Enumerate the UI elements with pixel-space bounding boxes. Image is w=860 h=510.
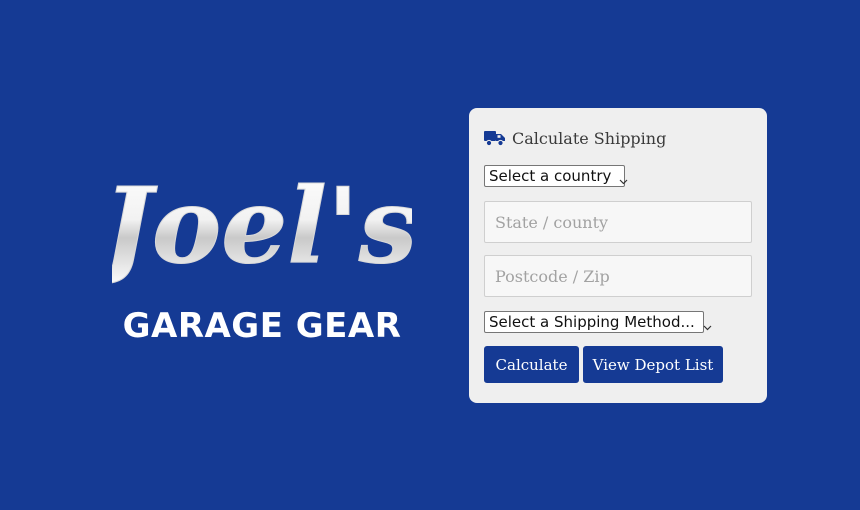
brand-logo: Joel's GARAGE GEAR xyxy=(88,160,433,350)
state-county-input[interactable] xyxy=(484,201,752,243)
panel-title: Calculate Shipping xyxy=(512,128,667,148)
country-select[interactable]: Select a country xyxy=(484,165,628,187)
logo-tagline: GARAGE GEAR xyxy=(122,306,402,346)
chevron-down-icon xyxy=(619,172,628,184)
shipping-method-select[interactable]: Select a Shipping Method... xyxy=(484,311,712,333)
shipping-calculator-panel: Calculate Shipping Select a country Sele… xyxy=(469,108,767,403)
shipping-method-select-value: Select a Shipping Method... xyxy=(489,313,695,331)
chevron-down-icon xyxy=(703,318,712,330)
postcode-zip-input[interactable] xyxy=(484,255,752,297)
truck-icon xyxy=(484,129,506,147)
panel-header: Calculate Shipping xyxy=(484,126,666,150)
country-select-value: Select a country xyxy=(489,167,612,185)
logo-script: Joel's xyxy=(112,164,412,288)
logo-script-text: Joel's xyxy=(112,164,412,287)
calculate-button[interactable]: Calculate xyxy=(484,346,579,383)
view-depot-list-button[interactable]: View Depot List xyxy=(583,346,723,383)
